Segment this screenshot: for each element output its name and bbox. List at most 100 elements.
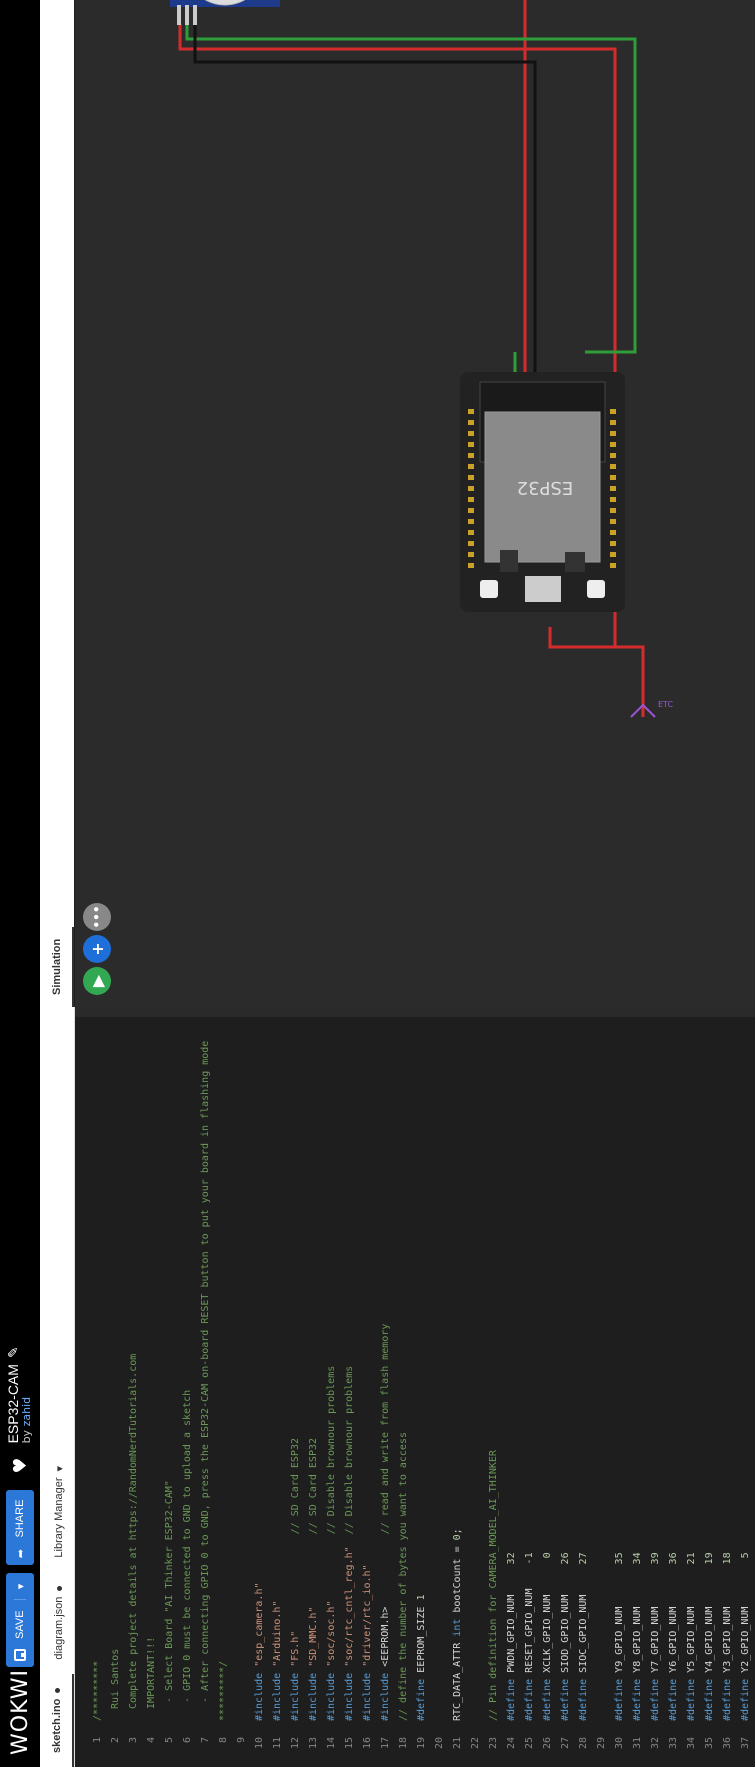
code-line[interactable]: 9 (233, 1027, 251, 1767)
pir-sensor[interactable] (75, 0, 755, 1007)
code-line[interactable]: 3 Complete project details at https://Ra… (125, 1027, 143, 1767)
chevron-down-icon[interactable]: ▾ (14, 1573, 27, 1599)
code-line[interactable]: 28 #define SIOC_GPIO_NUM 27 (575, 1027, 593, 1767)
code-text: #define Y4_GPIO_NUM 19 (704, 1552, 715, 1721)
code-line[interactable]: 11 #include "Arduino.h" (269, 1027, 287, 1767)
code-line[interactable]: 29 (593, 1027, 611, 1767)
line-number: 22 (470, 1737, 481, 1750)
line-number: 35 (704, 1737, 715, 1750)
code-text: *********/ (218, 1660, 229, 1721)
save-button[interactable]: SAVE ▾ (6, 1573, 34, 1667)
line-number: 13 (308, 1737, 319, 1750)
line-number: 26 (542, 1737, 553, 1750)
code-line[interactable]: 12 #include "FS.h" // SD Card ESP32 (287, 1027, 305, 1767)
line-number: 34 (686, 1737, 697, 1750)
code-text: #define Y3_GPIO_NUM 18 (722, 1552, 733, 1721)
line-number: 10 (254, 1737, 265, 1750)
code-text: - Select Board "AI Thinker ESP32-CAM" (164, 1480, 175, 1721)
code-line[interactable]: 10 #include "esp_camera.h" (251, 1027, 269, 1767)
simulation-canvas[interactable]: ▶ + ••• ETC ESP32 (75, 0, 755, 1007)
code-line[interactable]: 34 #define Y5_GPIO_NUM 21 (683, 1027, 701, 1767)
line-number: 2 (110, 1737, 121, 1744)
code-text: #include "driver/rtc_io.h" (362, 1564, 373, 1721)
code-line[interactable]: 20 (431, 1027, 449, 1767)
code-line[interactable]: 24 #define PWDN_GPIO_NUM 32 (503, 1027, 521, 1767)
tab-diagram[interactable]: diagram.json (44, 1572, 74, 1674)
code-line[interactable]: 4 IMPORTANT!!! (143, 1027, 161, 1767)
line-number: 32 (650, 1737, 661, 1750)
code-line[interactable]: 18 // define the number of bytes you want… (395, 1027, 413, 1767)
editor-scrollbar[interactable] (75, 1007, 755, 1017)
code-line[interactable]: 21 RTC_DATA_ATTR int bootCount = 0; (449, 1027, 467, 1767)
code-line[interactable]: 14 #include "soc/soc.h" // Disable browno… (323, 1027, 341, 1767)
code-line[interactable]: 23 // Pin definition for CAMERA_MODEL_AI_… (485, 1027, 503, 1767)
tab-library-manager[interactable]: Library Manager ▾ (44, 1452, 74, 1572)
code-text: #define Y6_GPIO_NUM 36 (668, 1552, 679, 1721)
code-line[interactable]: 36 #define Y3_GPIO_NUM 18 (719, 1027, 737, 1767)
code-editor[interactable]: 1/********* 2 Rui Santos 3 Complete projec… (75, 1007, 755, 1767)
code-line[interactable]: 26 #define XCLK_GPIO_NUM 0 (539, 1027, 557, 1767)
tab-diagram-label: diagram.json (53, 1596, 65, 1660)
code-line[interactable]: 7 - After connecting GPIO 0 to GND, pres… (197, 1027, 215, 1767)
code-line[interactable]: 16 #include "driver/rtc_io.h" (359, 1027, 377, 1767)
code-line[interactable]: 15 #include "soc/rtc_cntl_reg.h" // Disab… (341, 1027, 359, 1767)
code-line[interactable]: 22 (467, 1027, 485, 1767)
code-text: Rui Santos (110, 1648, 121, 1721)
simulation-tabs: Simulation (40, 0, 74, 1007)
code-text: Complete project details at https://Rand… (128, 1353, 139, 1721)
unsaved-dot-icon (54, 1687, 60, 1693)
line-number: 36 (722, 1737, 733, 1750)
line-number: 15 (344, 1737, 355, 1750)
save-label: SAVE (14, 1599, 26, 1643)
project-title[interactable]: ESP32-CAM (5, 1364, 21, 1443)
line-number: 31 (632, 1737, 643, 1750)
code-line[interactable]: 30 #define Y9_GPIO_NUM 35 (611, 1027, 629, 1767)
code-line[interactable]: 19 #define EEPROM_SIZE 1 (413, 1027, 431, 1767)
code-line[interactable]: 33 #define Y6_GPIO_NUM 36 (665, 1027, 683, 1767)
code-text: IMPORTANT!!! (146, 1636, 157, 1721)
line-number: 21 (452, 1737, 463, 1750)
code-line[interactable]: 5 - Select Board "AI Thinker ESP32-CAM" (161, 1027, 179, 1767)
code-line[interactable]: 2 Rui Santos (107, 1027, 125, 1767)
code-text: #define EEPROM_SIZE 1 (416, 1594, 427, 1721)
code-text: #include <EEPROM.h> // read and write fr… (380, 1323, 391, 1721)
share-button[interactable]: ➦ SHARE (6, 1489, 34, 1566)
line-number: 1 (92, 1737, 103, 1744)
code-text: #include "Arduino.h" (272, 1600, 283, 1721)
code-line[interactable]: 35 #define Y4_GPIO_NUM 19 (701, 1027, 719, 1767)
line-number: 18 (398, 1737, 409, 1750)
author-link[interactable]: zahid (20, 1397, 33, 1427)
code-line[interactable]: 17 #include <EEPROM.h> // read and write … (377, 1027, 395, 1767)
code-line[interactable]: 27 #define SIOD_GPIO_NUM 26 (557, 1027, 575, 1767)
tab-simulation[interactable]: Simulation (42, 926, 74, 1007)
line-number: 33 (668, 1737, 679, 1750)
code-text: /********* (92, 1660, 103, 1721)
line-number: 19 (416, 1737, 427, 1750)
code-text: #include "esp_camera.h" (254, 1582, 265, 1722)
share-label: SHARE (14, 1499, 26, 1538)
chevron-down-icon[interactable]: ▾ (53, 1466, 66, 1472)
wokwi-logo[interactable]: WOKWI (8, 1667, 33, 1755)
code-line[interactable]: 8 *********/ (215, 1027, 233, 1767)
code-text: #define XCLK_GPIO_NUM 0 (542, 1552, 553, 1721)
code-line[interactable]: 13 #include "SD_MMC.h" // SD Card ESP32 (305, 1027, 323, 1767)
tab-sketch[interactable]: sketch.ino (42, 1673, 74, 1767)
code-line[interactable]: 32 #define Y7_GPIO_NUM 39 (647, 1027, 665, 1767)
code-text: #define Y5_GPIO_NUM 21 (686, 1552, 697, 1721)
code-line[interactable]: 25 #define RESET_GPIO_NUM -1 (521, 1027, 539, 1767)
share-icon: ➦ (14, 1548, 27, 1559)
pencil-icon[interactable]: ✎ (5, 1346, 21, 1358)
tab-sketch-label: sketch.ino (51, 1698, 63, 1753)
line-number: 24 (506, 1737, 517, 1750)
code-line[interactable]: 31 #define Y8_GPIO_NUM 34 (629, 1027, 647, 1767)
line-number: 3 (128, 1737, 139, 1744)
code-text: #define Y2_GPIO_NUM 5 (740, 1552, 751, 1721)
heart-icon[interactable]: ♥ (10, 1457, 31, 1473)
code-line[interactable]: 37 #define Y2_GPIO_NUM 5 (737, 1027, 755, 1767)
code-line[interactable]: 6 - GPIO 0 must be connected to GND to u… (179, 1027, 197, 1767)
line-number: 29 (596, 1737, 607, 1750)
sensor-pins (177, 5, 197, 25)
code-line[interactable]: 1 /********* (89, 1027, 107, 1767)
line-number: 12 (290, 1737, 301, 1750)
code-text: #include "soc/rtc_cntl_reg.h" // Disable… (344, 1365, 355, 1721)
